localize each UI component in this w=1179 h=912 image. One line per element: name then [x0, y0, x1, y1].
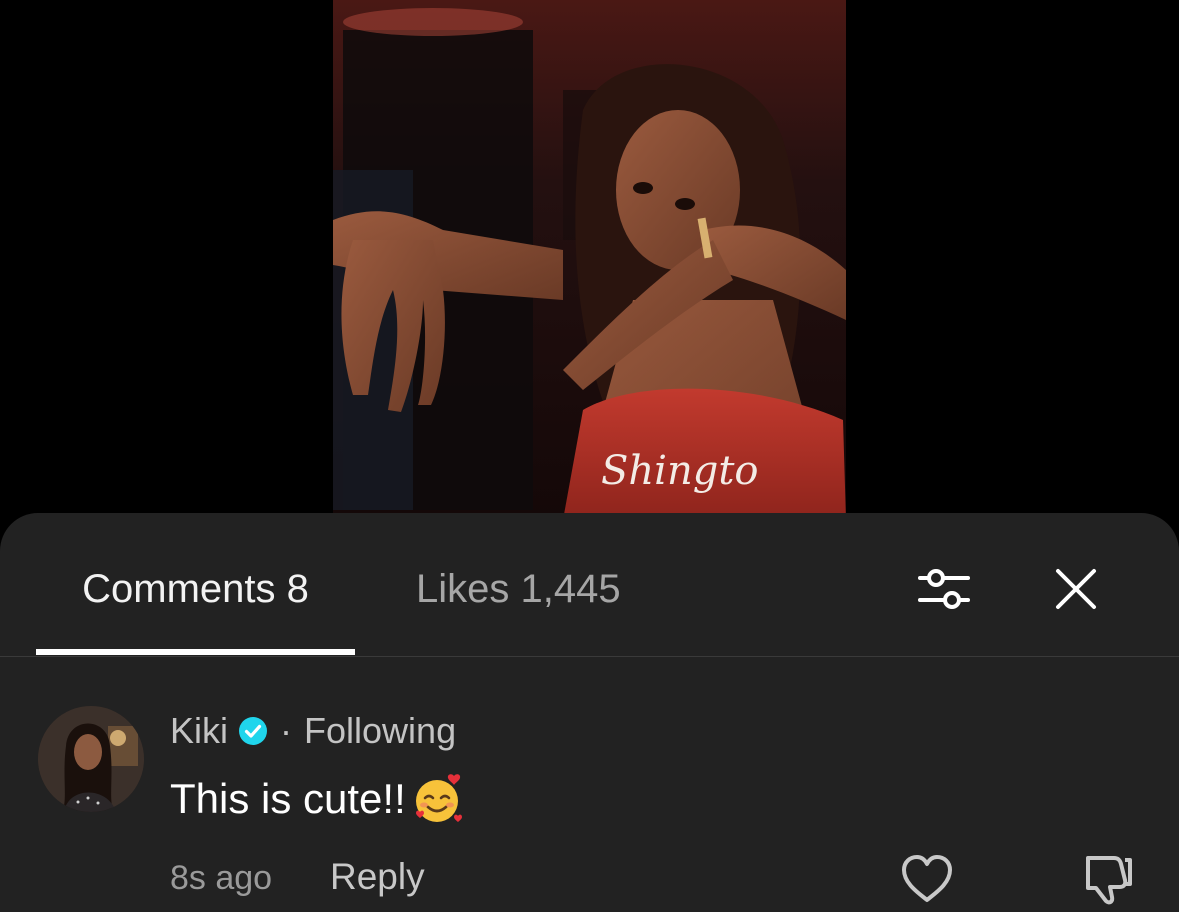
meta-separator: · [280, 710, 293, 751]
smiling-face-with-hearts-emoji [415, 774, 462, 822]
reply-button[interactable]: Reply [330, 856, 425, 898]
comment-item: Kiki · Following This is cute!! 8s ago R… [0, 698, 1179, 912]
like-comment-button[interactable] [898, 852, 956, 906]
tab-comments[interactable]: Comments 8 [36, 565, 355, 613]
avatar-image [38, 706, 144, 812]
tabs-bar: Comments 8 Likes 1,445 [0, 513, 1179, 657]
heart-icon [902, 855, 952, 902]
comment-body: This is cute!! [170, 772, 466, 826]
comment-username[interactable]: Kiki [170, 710, 228, 752]
avatar[interactable] [38, 706, 144, 812]
likes-count: 1,445 [520, 567, 621, 611]
comment-meta: Kiki · Following [170, 710, 456, 752]
thumbs-down-icon [1086, 856, 1132, 905]
verified-badge-icon [239, 717, 268, 745]
video-frame-image: Shingto [333, 0, 846, 520]
dislike-comment-button[interactable] [1078, 850, 1136, 908]
sliders-icon [918, 569, 970, 609]
comment-timestamp: 8s ago [170, 859, 273, 897]
relationship-label: Following [304, 710, 457, 751]
video-player[interactable]: Shingto [333, 0, 846, 520]
comment-text: This is cute!! [170, 775, 406, 822]
tab-likes[interactable]: Likes 1,445 [416, 565, 621, 613]
tab-likes-label: Likes [416, 567, 510, 611]
active-tab-indicator [36, 649, 355, 655]
filter-button[interactable] [912, 557, 976, 621]
close-icon [1056, 569, 1096, 609]
comments-sheet: Comments 8 Likes 1,445 Kiki · Following … [0, 513, 1179, 912]
jersey-text: Shingto [601, 448, 758, 494]
close-button[interactable] [1044, 557, 1108, 621]
screen: Shingto Comments 8 Likes 1,445 Kiki · Fo… [0, 0, 1179, 912]
